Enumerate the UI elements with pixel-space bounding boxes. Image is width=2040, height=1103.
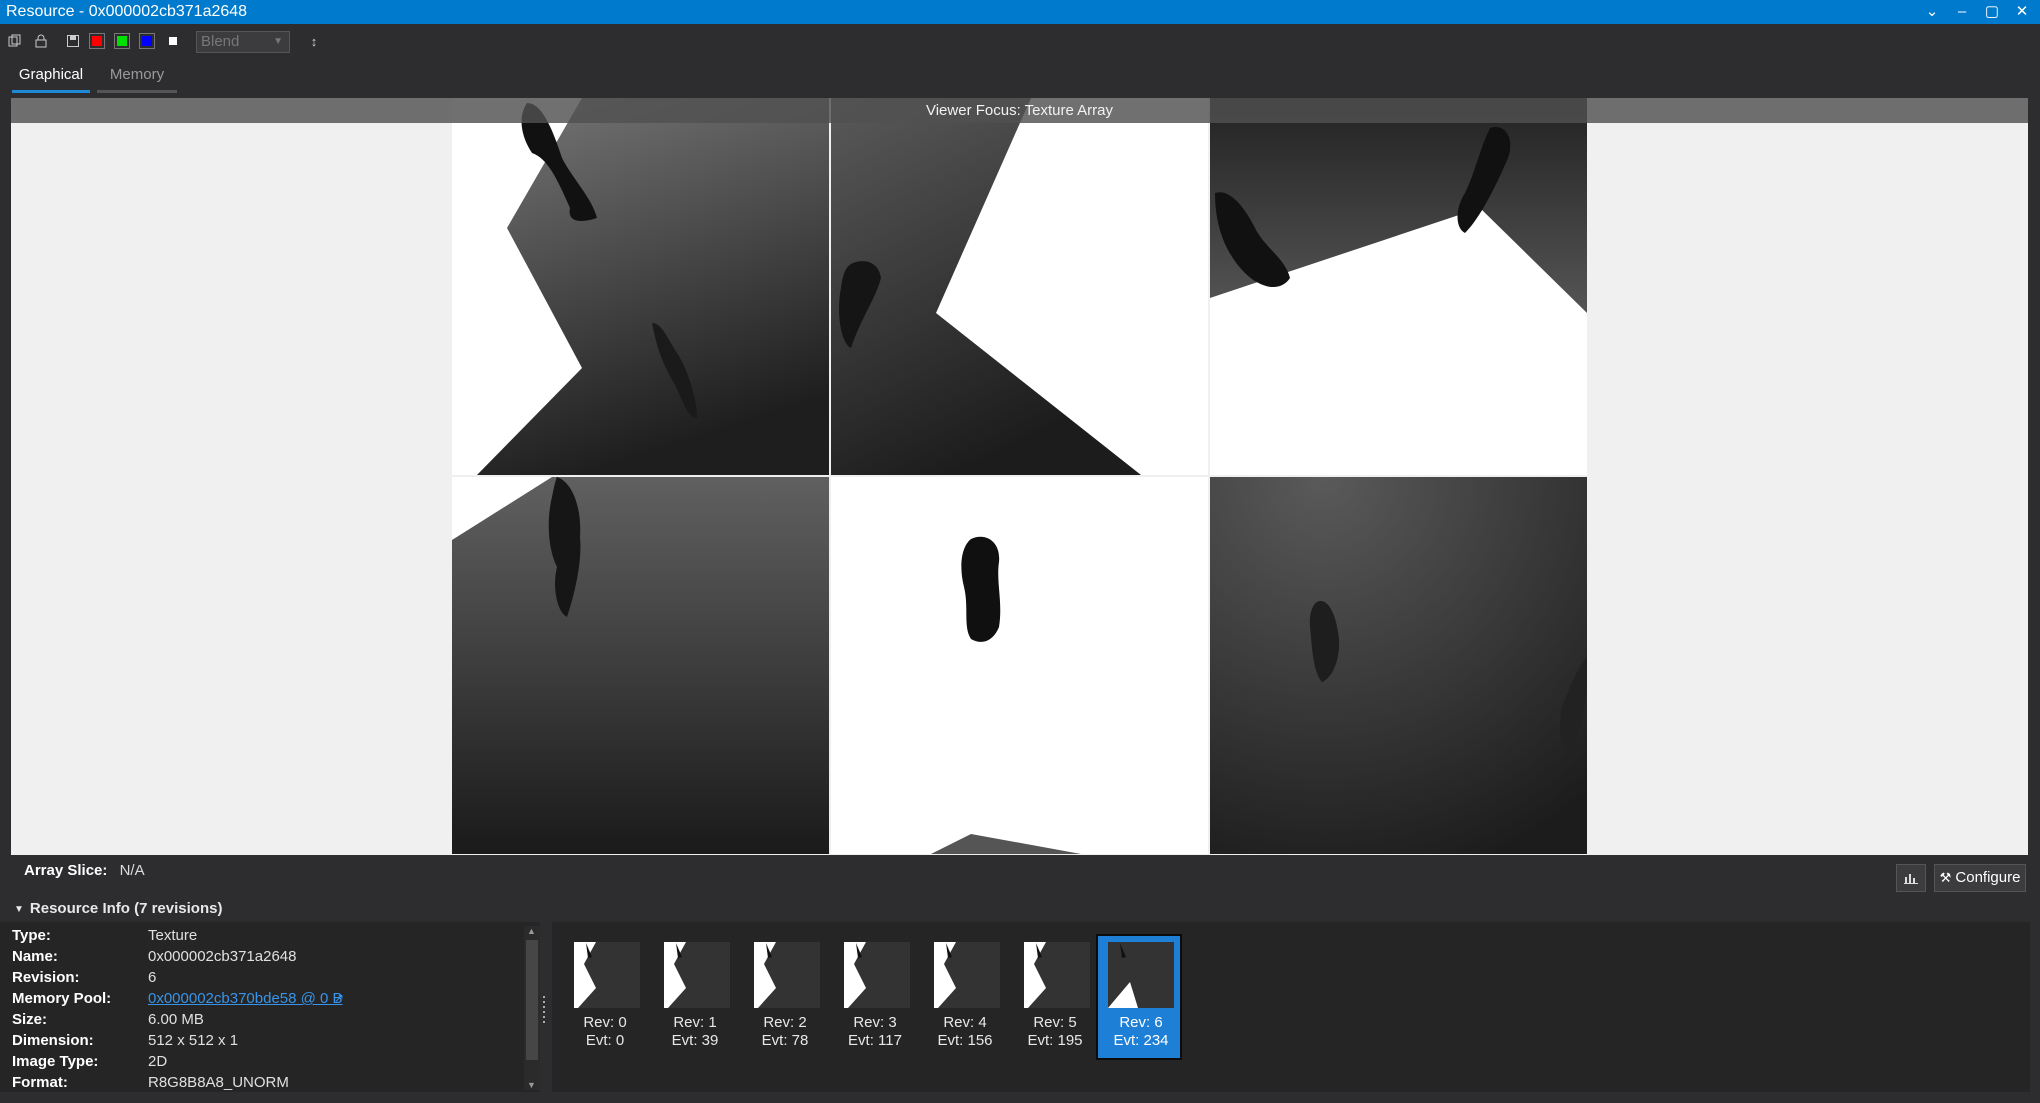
array-slice-status: Array Slice: N/A: [24, 862, 145, 879]
revision-item-selected[interactable]: Rev: 6 Evt: 234: [1096, 934, 1182, 1060]
resource-info-header[interactable]: ▼ Resource Info (7 revisions): [14, 900, 222, 917]
array-slice-3[interactable]: [452, 477, 829, 854]
histogram-icon: [1904, 874, 1918, 885]
revision-event: Evt: 0: [585, 1032, 625, 1049]
minimize-icon[interactable]: –: [1954, 0, 1970, 24]
red-channel-toggle[interactable]: [89, 33, 105, 49]
copy-icon[interactable]: [6, 32, 24, 50]
revision-thumbnail: [844, 942, 910, 1008]
window-menu-chevron-icon[interactable]: ⌄: [1924, 0, 1940, 24]
panel-splitter-handle[interactable]: [542, 994, 548, 1026]
info-key: Revision:: [12, 969, 80, 986]
revision-label: Rev: 1: [673, 1014, 717, 1031]
chevron-down-icon: ▼: [14, 903, 24, 915]
revision-label: Rev: 0: [583, 1014, 627, 1031]
green-channel-toggle[interactable]: [114, 33, 130, 49]
info-key: Memory Pool:: [12, 990, 112, 1007]
revision-label: Rev: 4: [943, 1014, 987, 1031]
revision-label: Rev: 3: [853, 1014, 897, 1031]
revision-label: Rev: 5: [1033, 1014, 1077, 1031]
maximize-icon[interactable]: ▢: [1984, 0, 2000, 24]
viewer-toolbar: Blend ▼ ↕: [0, 28, 2040, 56]
info-key: Type:: [12, 927, 51, 944]
revision-event: Evt: 39: [671, 1032, 719, 1049]
revision-thumbnail: [1108, 942, 1174, 1008]
resource-info-title: Resource Info (7 revisions): [29, 900, 223, 917]
revision-item[interactable]: Rev: 0 Evt: 0: [562, 934, 648, 1060]
window-title: Resource - 0x000002cb371a2648: [6, 3, 248, 20]
revision-item[interactable]: Rev: 5 Evt: 195: [1012, 934, 1098, 1060]
revision-event: Evt: 195: [1027, 1032, 1083, 1049]
array-slice-5[interactable]: [1210, 477, 1587, 854]
blend-mode-dropdown[interactable]: Blend ▼: [196, 31, 290, 53]
configure-button[interactable]: ⚒ Configure: [1934, 864, 2026, 892]
alpha-channel-toggle[interactable]: [165, 33, 181, 49]
scrollbar-thumb[interactable]: [526, 940, 538, 1060]
revision-item[interactable]: Rev: 3 Evt: 117: [832, 934, 918, 1060]
revision-event: Evt: 78: [761, 1032, 809, 1049]
blend-mode-value: Blend: [201, 33, 240, 50]
texture-viewer[interactable]: Viewer Focus: Texture Array: [11, 98, 2028, 855]
revision-label: Rev: 2: [763, 1014, 807, 1031]
revision-thumbnail: [754, 942, 820, 1008]
revision-item[interactable]: Rev: 2 Evt: 78: [742, 934, 828, 1060]
info-value: R8G8B8A8_UNORM: [148, 1074, 289, 1091]
revision-label: Rev: 6: [1119, 1014, 1163, 1031]
info-value: 0x000002cb371a2648: [148, 948, 297, 965]
info-value: 2D: [148, 1053, 168, 1070]
tab-memory[interactable]: Memory: [97, 64, 177, 93]
save-image-icon[interactable]: [64, 32, 82, 50]
info-scrollbar[interactable]: ▲ ▼: [524, 926, 540, 1090]
wrench-icon: ⚒: [1939, 870, 1952, 885]
info-key: Image Type:: [12, 1053, 99, 1070]
info-key: Dimension:: [12, 1032, 94, 1049]
info-key: Name:: [12, 948, 58, 965]
revision-event: Evt: 117: [848, 1032, 902, 1049]
info-value: Texture: [148, 927, 198, 944]
close-icon[interactable]: ✕: [2014, 0, 2030, 24]
chevron-down-icon: ▼: [273, 36, 283, 47]
array-slice-4[interactable]: [831, 477, 1208, 854]
revision-thumbnail: [664, 942, 730, 1008]
revision-strip: Rev: 0 Evt: 0 Rev: 1 Evt: 39 Rev: 2 Evt:…: [552, 922, 2030, 1092]
resource-info-table: Type: Texture Name: 0x000002cb371a2648 R…: [0, 922, 540, 1092]
scroll-down-icon[interactable]: ▼: [527, 1080, 536, 1090]
revision-event: Evt: 234: [1113, 1032, 1169, 1049]
scroll-up-icon[interactable]: ▲: [527, 926, 536, 936]
info-value: 512 x 512 x 1: [148, 1032, 239, 1049]
info-key: Format:: [12, 1074, 68, 1091]
histogram-button[interactable]: [1896, 864, 1926, 892]
revision-item[interactable]: Rev: 4 Evt: 156: [922, 934, 1008, 1060]
revision-event: Evt: 156: [937, 1032, 993, 1049]
window-title-bar: Resource - 0x000002cb371a2648 ⌄ – ▢ ✕: [0, 0, 2040, 24]
revision-thumbnail: [1024, 942, 1090, 1008]
info-value: 6.00 MB: [148, 1011, 204, 1028]
flip-vertical-icon[interactable]: ↕: [305, 32, 323, 50]
viewer-focus-label: Viewer Focus: Texture Array: [11, 98, 2028, 123]
info-value: 6: [148, 969, 157, 986]
revision-item[interactable]: Rev: 1 Evt: 39: [652, 934, 738, 1060]
array-slice-1[interactable]: [831, 98, 1208, 475]
array-slice-label: Array Slice:: [24, 862, 108, 879]
tab-graphical[interactable]: Graphical: [12, 64, 90, 93]
blue-channel-toggle[interactable]: [139, 33, 155, 49]
memory-pool-link[interactable]: 0x000002cb370bde58 @ 0 B: [148, 988, 343, 1009]
revision-thumbnail: [934, 942, 1000, 1008]
array-slice-0[interactable]: [452, 98, 829, 475]
array-slice-2[interactable]: [1210, 98, 1587, 475]
texture-array-grid: [452, 98, 1587, 855]
external-link-icon[interactable]: ↗: [334, 988, 344, 1009]
info-key: Size:: [12, 1011, 48, 1028]
revision-thumbnail: [574, 942, 640, 1008]
array-slice-value: N/A: [119, 862, 145, 879]
lock-icon[interactable]: [32, 32, 50, 50]
configure-label: Configure: [1955, 869, 2021, 886]
